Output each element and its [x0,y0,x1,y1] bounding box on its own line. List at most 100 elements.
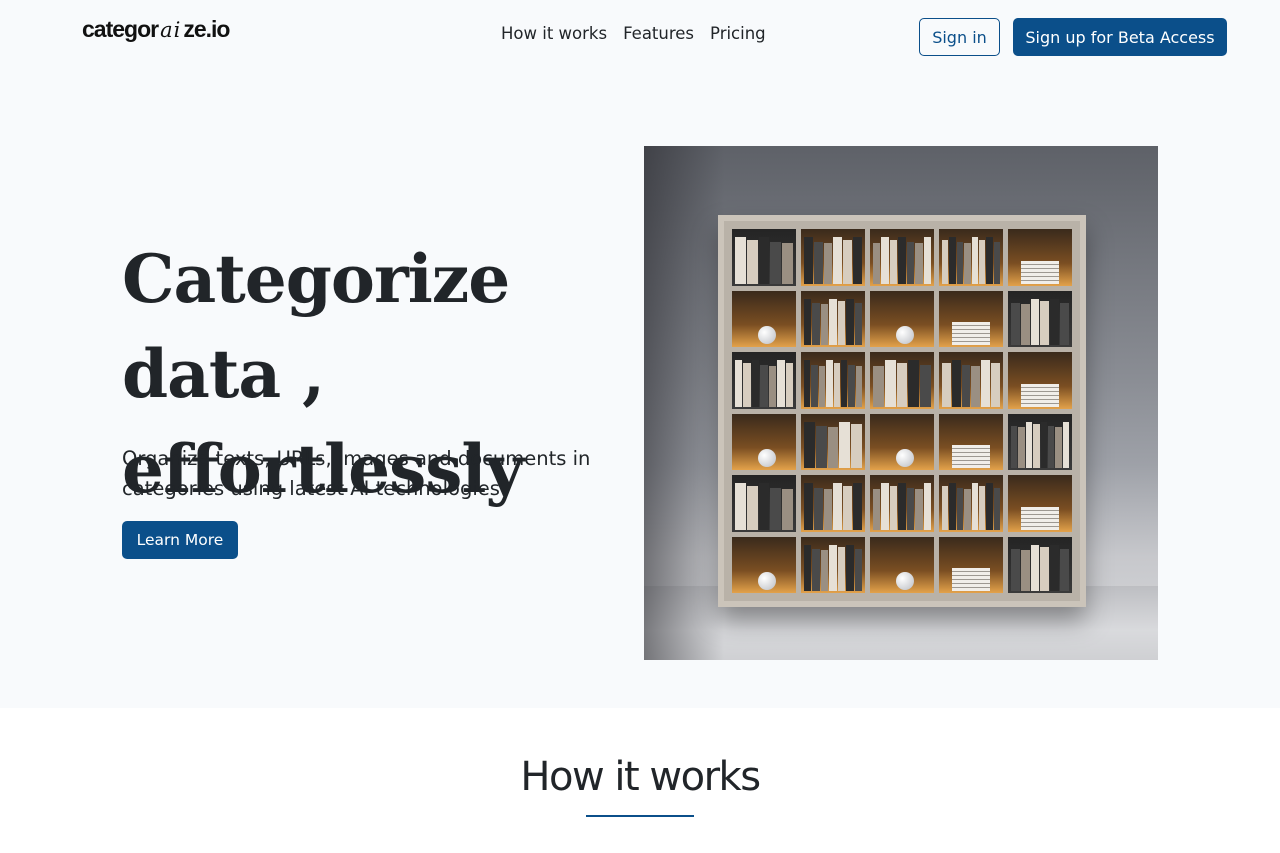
book [854,549,862,591]
book [840,360,848,407]
book [993,487,1000,530]
main-nav: How it works Features Pricing [501,24,766,43]
book [820,550,829,591]
book-row [735,483,793,530]
learn-more-button[interactable]: Learn More [122,521,238,559]
book [978,239,986,284]
book [942,239,949,284]
book [823,488,833,530]
sign-up-beta-button[interactable]: Sign up for Beta Access [1013,18,1227,56]
shelf-cell [939,536,1003,593]
book [993,241,1000,284]
book [782,488,793,530]
book [873,242,881,284]
book [881,483,889,530]
book [846,298,854,345]
vase [895,572,914,590]
book [1062,421,1069,468]
book [804,298,812,345]
shelf-cell [870,413,934,470]
book [746,239,758,284]
book [1050,298,1060,345]
hero-section: Categorize data , effortlessly Organize … [0,72,1280,708]
book [1011,426,1018,468]
shelf-cell [1008,290,1072,347]
shelf-cell [870,475,934,532]
shelf-grid [732,229,1072,593]
book [829,544,837,591]
book [951,360,961,407]
book-row [942,237,1000,284]
book [1040,421,1047,468]
book [908,360,920,407]
vase [757,449,776,467]
logo[interactable]: categor ai ze.io [82,16,230,48]
book [942,362,951,407]
book [956,487,964,530]
shelf-cell [870,352,934,409]
book-row [804,298,862,345]
book [758,483,770,530]
book [956,241,964,284]
book [1040,301,1050,345]
logo-text-part3: ze.io [183,16,230,42]
book [949,483,956,530]
book [978,485,986,530]
book-stack [951,568,991,591]
book [735,360,743,407]
nav-link-how-it-works[interactable]: How it works [501,24,607,43]
book-row [873,360,931,407]
book [812,303,820,345]
how-it-works-section: How it works [0,708,1280,853]
book [964,242,971,284]
book [804,360,811,407]
shelf-cell [1008,536,1072,593]
book [881,237,889,284]
book [1018,427,1025,468]
shelf-cell [870,536,934,593]
book [971,365,981,407]
shelf-cell [939,229,1003,286]
book [971,237,978,284]
shelf-cell [801,352,865,409]
hero-title-line1: Categorize data , [122,240,510,413]
book [735,483,746,530]
book-row [1011,421,1069,468]
book [898,483,906,530]
book [1040,547,1050,591]
book-stack [1020,260,1060,284]
book [785,362,793,407]
book [991,362,1000,407]
nav-link-features[interactable]: Features [623,24,694,43]
title-underline [586,815,694,817]
sign-in-button[interactable]: Sign in [919,18,1000,56]
shelf-cell [939,352,1003,409]
book [813,487,823,530]
book [961,364,971,407]
book-row [873,483,931,530]
book-stack [951,322,991,345]
book [1030,298,1040,345]
book [813,241,823,284]
nav-link-pricing[interactable]: Pricing [710,24,766,43]
book [818,365,826,407]
book [853,237,862,284]
book-row [1011,544,1069,591]
book [923,483,931,530]
shelf-cell [1008,475,1072,532]
book [884,360,896,407]
book [804,544,812,591]
shelf-cell [1008,352,1072,409]
wall-shadow [644,146,724,660]
book [758,237,770,284]
book [843,239,853,284]
book [837,301,846,345]
book [1060,549,1069,591]
book [1030,544,1040,591]
book [1033,424,1040,468]
logo-text-part1: categor [82,16,159,42]
book [746,485,758,530]
book [770,241,782,284]
shelf-cell [732,475,796,532]
logo-text-ai: ai [160,18,182,42]
